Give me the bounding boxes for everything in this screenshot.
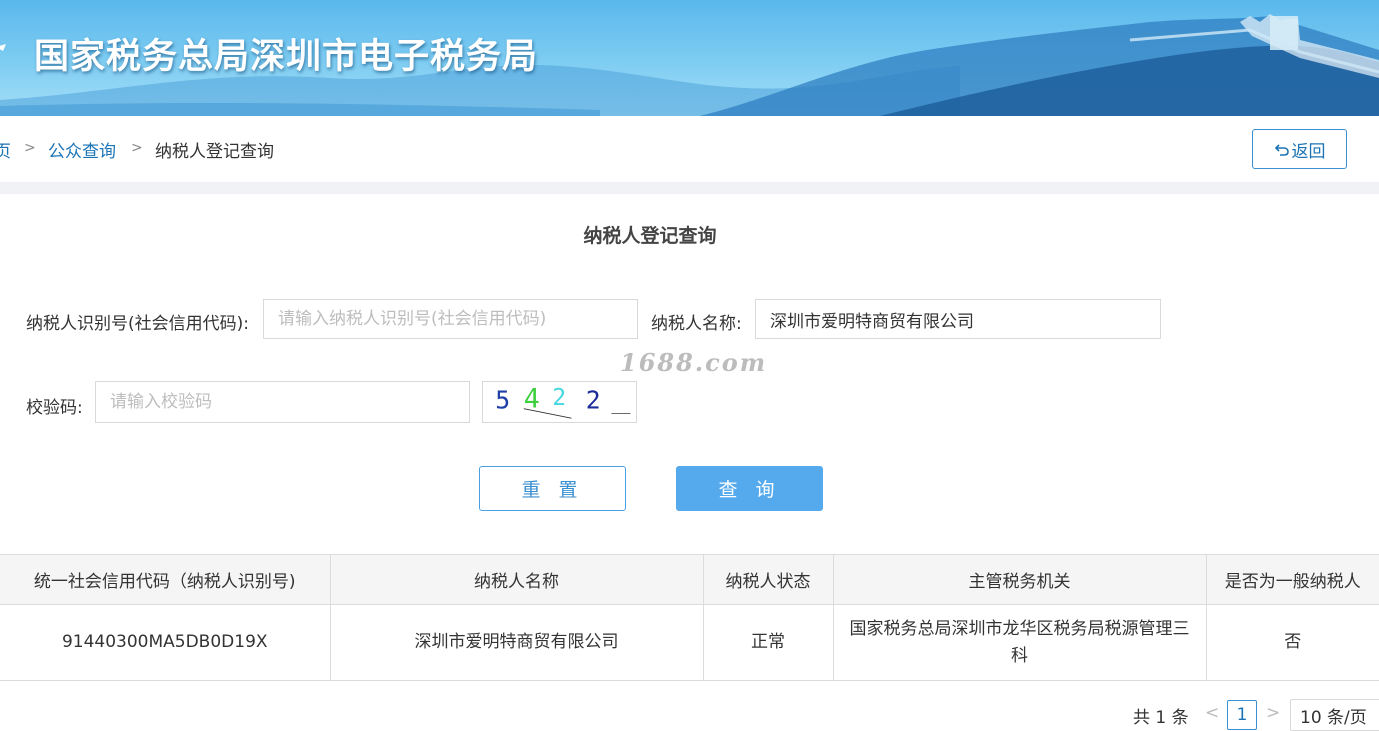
back-button[interactable]: 返回 <box>1252 129 1347 169</box>
cell-taxpayer-name: 深圳市爱明特商贸有限公司 <box>329 604 704 681</box>
return-icon <box>1274 144 1289 156</box>
reset-button[interactable]: 重 置 <box>479 466 626 511</box>
pagination-total: 共 1 条 <box>1133 708 1189 728</box>
cell-tax-authority: 国家税务总局深圳市龙华区税务局税源管理三科 <box>832 604 1207 681</box>
results-table: 统一社会信用代码（纳税人识别号) 纳税人名称 纳税人状态 主管税务机关 是否为一… <box>0 554 1379 681</box>
emblem-icon <box>0 44 6 51</box>
query-button[interactable]: 查 询 <box>676 466 823 511</box>
table-header-row: 统一社会信用代码（纳税人识别号) 纳税人名称 纳税人状态 主管税务机关 是否为一… <box>0 554 1379 605</box>
breadcrumb-separator: > <box>24 140 36 156</box>
watermark: 1688.com <box>620 348 768 377</box>
taxpayer-name-label: 纳税人名称: <box>651 314 742 334</box>
breadcrumb-current: 纳税人登记查询 <box>155 142 274 162</box>
breadcrumb-separator: > <box>131 140 143 156</box>
captcha-label: 校验码: <box>26 398 83 418</box>
taxpayer-id-label: 纳税人识别号(社会信用代码): <box>26 314 249 334</box>
site-title: 国家税务总局深圳市电子税务局 <box>34 37 539 77</box>
back-button-label: 返回 <box>1291 141 1326 162</box>
breadcrumb-public-query[interactable]: 公众查询 <box>48 137 116 162</box>
header-banner: 国家税务总局深圳市电子税务局 <box>0 0 1379 116</box>
captcha-char: 2 <box>552 385 566 411</box>
cell-general-taxpayer: 否 <box>1205 604 1379 681</box>
pagination-next-icon[interactable]: > <box>1266 703 1280 723</box>
column-header-status: 纳税人状态 <box>702 554 834 605</box>
taxpayer-name-input[interactable] <box>755 299 1161 339</box>
captcha-char: 2 <box>586 386 601 415</box>
pagination-prev-icon[interactable]: < <box>1205 703 1219 723</box>
taxpayer-id-input[interactable] <box>263 299 638 339</box>
captcha-image[interactable]: 5 4 2 2 <box>482 381 637 423</box>
pagination-page-1[interactable]: 1 <box>1227 700 1257 730</box>
cell-status: 正常 <box>702 604 834 681</box>
captcha-char: 5 <box>495 386 510 415</box>
table-row: 91440300MA5DB0D19X 深圳市爱明特商贸有限公司 正常 国家税务总… <box>0 604 1379 681</box>
captcha-input[interactable] <box>95 381 470 423</box>
page-size-select[interactable]: 10 条/页 <box>1290 699 1379 731</box>
column-header-general-taxpayer: 是否为一般纳税人 <box>1205 554 1379 605</box>
breadcrumb-home[interactable]: 页 <box>0 137 11 162</box>
column-header-tax-authority: 主管税务机关 <box>832 554 1207 605</box>
section-divider <box>0 182 1379 194</box>
cell-credit-code: 91440300MA5DB0D19X <box>0 604 331 681</box>
form-title: 纳税人登记查询 <box>583 225 717 247</box>
column-header-credit-code: 统一社会信用代码（纳税人识别号) <box>0 554 331 605</box>
column-header-taxpayer-name: 纳税人名称 <box>329 554 704 605</box>
